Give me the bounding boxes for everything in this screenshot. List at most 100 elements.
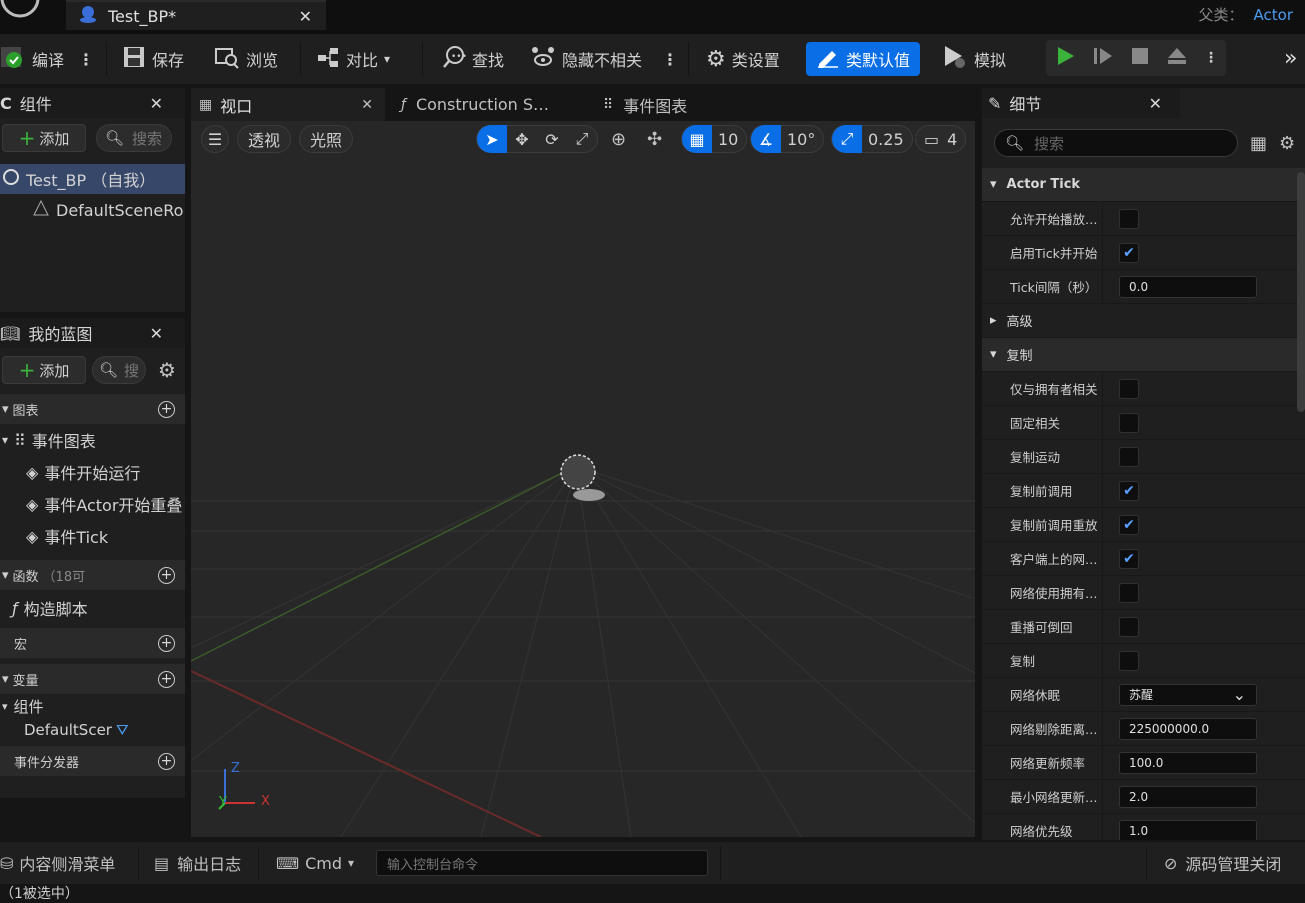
section-functions[interactable]: ▾ 函数 （18可 + bbox=[0, 560, 185, 590]
checkbox-checked[interactable]: ✔ bbox=[1119, 480, 1139, 501]
rotation-snap[interactable]: ∡ 10° bbox=[750, 125, 825, 153]
component-root-item[interactable]: Test_BP （自我） bbox=[0, 164, 185, 194]
tab-construction-script[interactable]: ƒ Construction S… bbox=[401, 88, 549, 121]
number-input[interactable]: 2.0 bbox=[1119, 785, 1257, 808]
table-view-icon[interactable]: ▦ bbox=[1250, 133, 1267, 154]
toolbar-overflow-icon[interactable]: » bbox=[1284, 46, 1297, 71]
tab-event-graph[interactable]: ⠿ 事件图表 bbox=[603, 88, 687, 121]
settings-gear-icon[interactable]: ⚙ bbox=[158, 358, 176, 382]
class-settings-button[interactable]: ⚙ 类设置 bbox=[706, 42, 780, 76]
output-log-button[interactable]: ▤ 输出日志 bbox=[154, 842, 241, 884]
select-tool-icon[interactable]: ➤ bbox=[477, 125, 507, 153]
parent-class-link[interactable]: Actor bbox=[1254, 6, 1293, 24]
settings-gear-icon[interactable]: ⚙ bbox=[1279, 133, 1295, 154]
add-macro-icon[interactable]: + bbox=[158, 634, 175, 652]
more-options-icon[interactable]: ⋮ bbox=[1204, 50, 1218, 66]
add-dispatcher-icon[interactable]: + bbox=[158, 752, 175, 770]
variable-group[interactable]: ▾ 组件 bbox=[0, 694, 185, 718]
detail-row-value: ✔ bbox=[1102, 236, 1305, 269]
number-input[interactable]: 100.0 bbox=[1119, 751, 1257, 774]
details-search-placeholder: 搜索 bbox=[1034, 134, 1065, 153]
console-input[interactable]: 输入控制台命令 bbox=[376, 850, 708, 876]
add-member-button[interactable]: + 添加 bbox=[2, 356, 86, 384]
close-tab-icon[interactable]: ✕ bbox=[361, 97, 373, 113]
add-graph-icon[interactable]: + bbox=[158, 400, 175, 418]
viewport-menu-button[interactable]: ☰ bbox=[201, 125, 229, 153]
checkbox[interactable] bbox=[1119, 412, 1139, 433]
actor-tick-section[interactable]: ▾ Actor Tick bbox=[982, 168, 1305, 202]
rotate-tool-icon[interactable]: ⟳ bbox=[537, 125, 567, 153]
section-macros[interactable]: 宏 + bbox=[0, 628, 185, 658]
close-panel-icon[interactable]: ✕ bbox=[150, 324, 163, 343]
checkbox[interactable] bbox=[1119, 616, 1139, 637]
world-local-icon[interactable]: ⊕ bbox=[611, 129, 626, 150]
section-graphs[interactable]: ▾ 图表 + bbox=[0, 394, 185, 424]
my-blueprint-search[interactable]: 🔍︎ 搜 bbox=[92, 356, 146, 384]
diff-button[interactable]: 对比 ▾ bbox=[316, 42, 390, 76]
browse-button[interactable]: 浏览 bbox=[214, 42, 278, 76]
checkbox-checked[interactable]: ✔ bbox=[1119, 548, 1139, 569]
number-input[interactable]: 225000000.0 bbox=[1119, 717, 1257, 740]
surface-snap-icon[interactable]: ✣ bbox=[647, 129, 662, 150]
more-options-icon[interactable]: ⋮ bbox=[662, 50, 678, 69]
detail-row: 最小网络更新… 2.0 bbox=[982, 780, 1305, 814]
tab-viewport[interactable]: ▦ 视口 ✕ bbox=[191, 88, 385, 121]
save-button[interactable]: 保存 bbox=[122, 42, 184, 76]
add-component-button[interactable]: + 添加 bbox=[2, 124, 86, 152]
add-component-label: 添加 bbox=[39, 129, 70, 148]
dropdown-select[interactable]: 苏醒 ⌄ bbox=[1119, 683, 1257, 706]
checkbox[interactable] bbox=[1119, 208, 1139, 229]
component-child-item[interactable]: DefaultSceneRo bbox=[0, 194, 185, 226]
section-dispatchers[interactable]: 事件分发器 + bbox=[0, 746, 185, 776]
lighting-button[interactable]: 光照 bbox=[299, 125, 353, 153]
close-panel-icon[interactable]: ✕ bbox=[150, 94, 163, 113]
grid-snap[interactable]: ▦ 10 bbox=[681, 125, 748, 153]
camera-speed[interactable]: ▭ 4 bbox=[915, 125, 967, 153]
unreal-logo-icon[interactable] bbox=[0, 0, 44, 22]
advanced-section[interactable]: ▸ 高级 bbox=[982, 304, 1305, 338]
scale-tool-icon[interactable]: ⤢ bbox=[567, 125, 597, 153]
perspective-button[interactable]: 透视 bbox=[237, 125, 291, 153]
stop-icon[interactable] bbox=[1130, 46, 1150, 70]
simulate-button[interactable]: 模拟 bbox=[942, 42, 1006, 76]
construction-script-item[interactable]: ƒ 构造脚本 bbox=[0, 592, 185, 624]
details-search[interactable]: 🔍︎ 搜索 bbox=[994, 129, 1238, 157]
event-graph-item[interactable]: ▾ ⠿ 事件图表 bbox=[0, 424, 185, 456]
scale-snap[interactable]: ⤢ 0.25 bbox=[831, 125, 913, 153]
variable-item[interactable]: DefaultScer ⛛ bbox=[0, 718, 185, 742]
play-icon[interactable] bbox=[1054, 45, 1076, 71]
cmd-dropdown[interactable]: ⌨ Cmd ▾ bbox=[276, 842, 354, 884]
step-icon[interactable] bbox=[1092, 45, 1114, 71]
class-defaults-button[interactable]: 类默认值 bbox=[806, 42, 921, 76]
add-function-icon[interactable]: + bbox=[158, 566, 175, 584]
add-variable-icon[interactable]: + bbox=[158, 670, 175, 688]
event-item[interactable]: ◈ 事件Tick bbox=[0, 520, 185, 552]
compile-button[interactable]: 编译 ⋮ bbox=[0, 42, 94, 76]
number-input[interactable]: 1.0 bbox=[1119, 819, 1257, 840]
event-item[interactable]: ◈ 事件Actor开始重叠 bbox=[0, 488, 185, 520]
eject-icon[interactable] bbox=[1166, 46, 1188, 70]
checkbox[interactable] bbox=[1119, 582, 1139, 603]
more-options-icon[interactable]: ⋮ bbox=[78, 50, 94, 69]
detail-row-label: 复制前调用 bbox=[1010, 484, 1073, 499]
details-scrollbar[interactable] bbox=[1297, 172, 1305, 412]
number-input[interactable]: 0.0 bbox=[1119, 275, 1257, 298]
asset-tab[interactable]: Test_BP* ✕ bbox=[66, 0, 326, 30]
viewport-3d[interactable]: ☰ 透视 光照 ➤ ✥ ⟳ ⤢ ⊕ ✣ ▦ 10 ∡ 10° ⤢ 0.25 ▭ … bbox=[191, 121, 975, 837]
checkbox-checked[interactable]: ✔ bbox=[1119, 242, 1139, 263]
event-item[interactable]: ◈ 事件开始运行 bbox=[0, 456, 185, 488]
section-variables[interactable]: ▾ 变量 + bbox=[0, 664, 185, 694]
checkbox[interactable] bbox=[1119, 446, 1139, 467]
move-tool-icon[interactable]: ✥ bbox=[507, 125, 537, 153]
replication-section[interactable]: ▾ 复制 bbox=[982, 338, 1305, 372]
checkbox-checked[interactable]: ✔ bbox=[1119, 514, 1139, 535]
close-panel-icon[interactable]: ✕ bbox=[1149, 94, 1162, 113]
content-drawer-button[interactable]: ⛁ 内容侧滑菜单 bbox=[0, 842, 115, 884]
components-search[interactable]: 🔍︎ 搜索 bbox=[96, 124, 172, 152]
hide-unrelated-button[interactable]: 隐藏不相关 ⋮ bbox=[530, 42, 678, 76]
find-button[interactable]: ••• 查找 bbox=[442, 42, 504, 76]
checkbox[interactable] bbox=[1119, 650, 1139, 671]
close-tab-icon[interactable]: ✕ bbox=[299, 7, 312, 26]
checkbox[interactable] bbox=[1119, 378, 1139, 399]
source-control-button[interactable]: ⊘ 源码管理关闭 bbox=[1164, 842, 1281, 884]
